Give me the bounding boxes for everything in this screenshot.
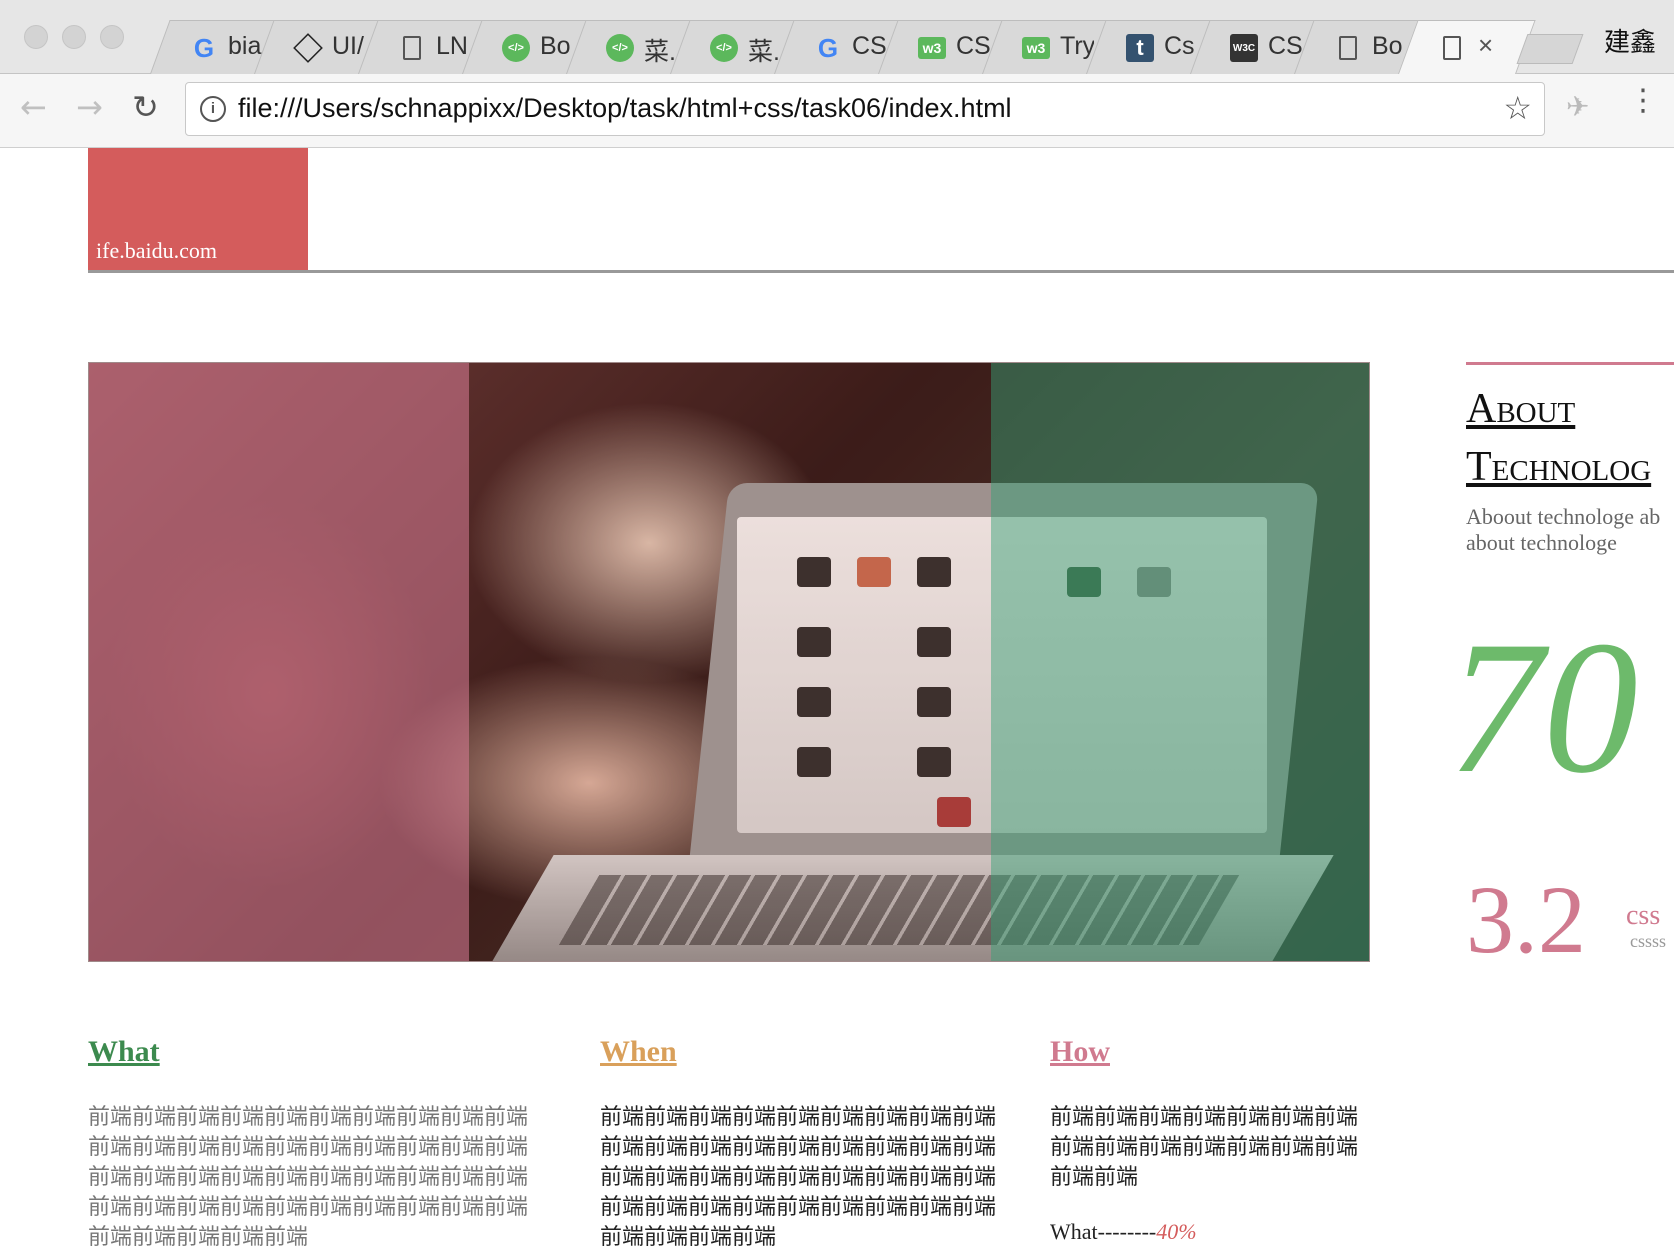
back-arrow-icon[interactable]: ← [20, 88, 47, 126]
document-icon [1443, 36, 1461, 60]
w3schools-icon: w3 [1022, 37, 1050, 59]
version-sublabel: cssss [1630, 931, 1667, 951]
google-icon: G [193, 32, 215, 63]
browser-tab[interactable]: LN [358, 20, 496, 74]
aside-divider [1466, 362, 1674, 365]
what-text: 前端前端前端前端前端前端前端前端前端前端前端前端前端前端前端前端前端前端前端前端… [88, 1104, 529, 1249]
maximize-window-button[interactable] [100, 25, 124, 49]
browser-tab[interactable]: w3 CS [878, 20, 1016, 74]
browser-tab[interactable]: t Cs [1086, 20, 1224, 74]
green-overlay [991, 363, 1369, 961]
hero-image [88, 362, 1370, 962]
close-tab-icon[interactable]: × [1478, 30, 1493, 61]
browser-tab[interactable]: </> 菜. [670, 20, 808, 74]
new-tab-button[interactable] [1516, 34, 1584, 64]
warm-overlay [469, 363, 991, 961]
browser-tab[interactable]: </> Bo [462, 20, 600, 74]
about-title-line1: About [1466, 386, 1576, 432]
how-text: 前端前端前端前端前端前端前端前端前端前端前端前端前端前端前端前端 [1050, 1104, 1359, 1189]
big-number: 70 [1448, 603, 1638, 813]
browser-tab[interactable]: </> 菜. [566, 20, 704, 74]
web-page: ife.baidu.com About Technolog Aboout tec… [0, 148, 1674, 1258]
browser-tab-active[interactable]: × [1398, 20, 1536, 74]
header-divider [88, 270, 1674, 273]
browser-tab[interactable]: W3C CS [1190, 20, 1328, 74]
browser-tab[interactable]: Gbia [150, 20, 288, 74]
about-title-line2: Technolog [1466, 444, 1652, 490]
browser-tab[interactable]: w3 Try [982, 20, 1120, 74]
browser-toolbar: ← → ↻ i file:///Users/schnappixx/Desktop… [0, 74, 1674, 148]
address-bar[interactable]: i file:///Users/schnappixx/Desktop/task/… [185, 82, 1545, 136]
when-text: 前端前端前端前端前端前端前端前端前端前端前端前端前端前端前端前端前端前端前端前端… [600, 1104, 997, 1249]
document-icon [1339, 36, 1357, 60]
minimize-window-button[interactable] [62, 25, 86, 49]
pink-overlay [89, 363, 469, 961]
about-description: Aboout technologe ab about technologe [1466, 504, 1674, 556]
what-heading[interactable]: What [88, 1034, 160, 1070]
w3c-icon: W3C [1230, 34, 1258, 62]
version-number: 3.2 [1466, 866, 1586, 973]
reload-icon[interactable]: ↻ [132, 88, 159, 126]
browser-tab[interactable]: Bo [1294, 20, 1432, 74]
google-icon: G [817, 32, 839, 63]
address-url[interactable]: file:///Users/schnappixx/Desktop/task/ht… [238, 93, 1012, 124]
tumblr-icon: t [1126, 34, 1154, 62]
browser-tab-strip: Gbia UI/ LN </> Bo </> 菜. </> 菜. G CS w3 CS w… [0, 0, 1674, 74]
forward-arrow-icon[interactable]: → [76, 88, 103, 126]
profile-name[interactable]: 建鑫 [1604, 22, 1656, 59]
version-label: css [1626, 900, 1661, 931]
logo-text: ife.baidu.com [96, 238, 217, 263]
how-heading[interactable]: How [1050, 1034, 1110, 1070]
runoob-icon: </> [710, 34, 738, 62]
close-window-button[interactable] [24, 25, 48, 49]
site-logo[interactable]: ife.baidu.com [88, 148, 308, 270]
browser-menu-icon[interactable]: ⋮ [1628, 86, 1658, 116]
runoob-icon: </> [606, 34, 634, 62]
stat-label: What-------- [1050, 1219, 1157, 1244]
when-heading[interactable]: When [600, 1034, 677, 1070]
browser-tab[interactable]: G CS [774, 20, 912, 74]
browser-tab[interactable]: UI/ [254, 20, 392, 74]
about-desc-line2: about technologe [1466, 530, 1617, 555]
stat-line: What--------40% [1050, 1218, 1197, 1246]
runoob-icon: </> [502, 34, 530, 62]
bookmark-star-icon[interactable]: ☆ [1503, 89, 1532, 127]
extension-icon[interactable]: ✈ [1566, 90, 1589, 123]
document-icon [403, 36, 421, 60]
info-icon[interactable]: i [200, 96, 226, 122]
w3schools-icon: w3 [918, 37, 946, 59]
about-title[interactable]: About Technolog [1466, 380, 1651, 496]
stat-value: 40% [1156, 1219, 1197, 1244]
about-desc-line1: Aboout technologe ab [1466, 504, 1661, 529]
